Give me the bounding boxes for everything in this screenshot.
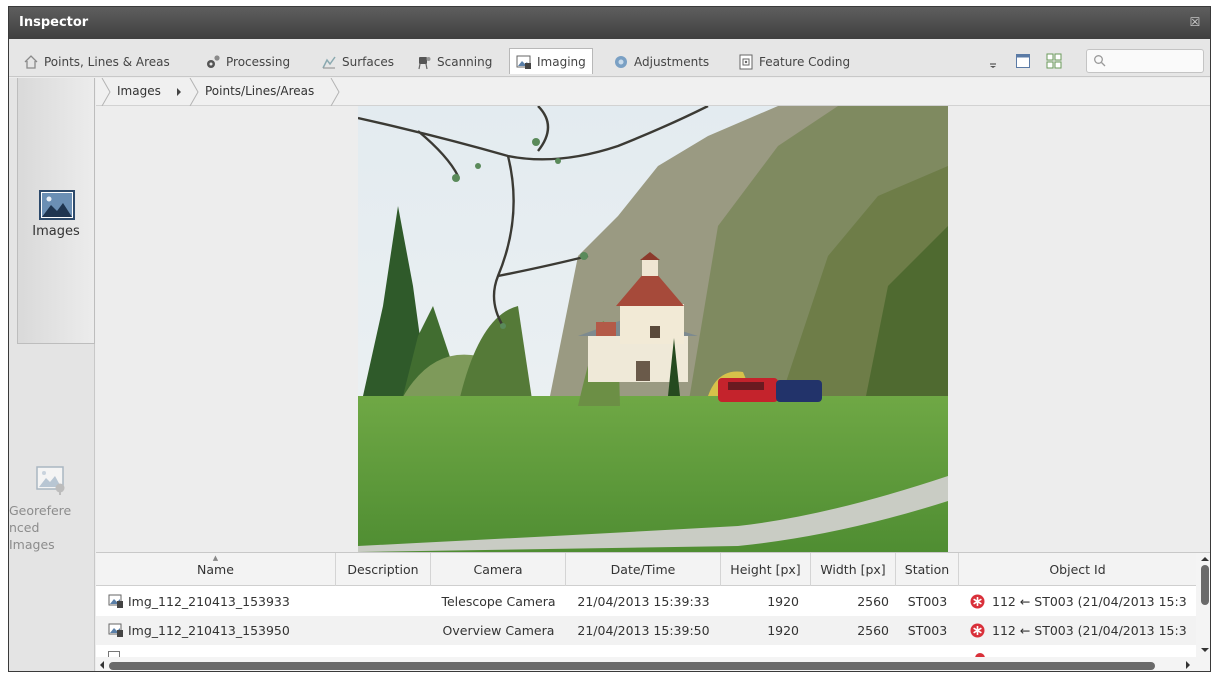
home-shape-icon: [23, 54, 39, 70]
cell-camera: Telescope Camera: [441, 594, 556, 609]
window-title: Inspector: [19, 15, 89, 30]
images-icon: [39, 190, 75, 223]
tab-bar: Points, Lines & Areas Processing Surface…: [9, 39, 1210, 77]
images-table: ▲ Name Description Camera Date/Time Heigh…: [96, 552, 1210, 671]
breadcrumb-images[interactable]: Images: [117, 84, 161, 98]
scroll-down-icon[interactable]: [1201, 647, 1209, 653]
horizontal-scroll-thumb[interactable]: [109, 662, 1155, 670]
cell-object-id: 112 ← ST003 (21/04/2013 15:3: [992, 594, 1187, 609]
search-icon: [1094, 55, 1106, 67]
tab-points-lines-areas[interactable]: Points, Lines & Areas: [17, 49, 176, 75]
image-file-icon: [108, 622, 124, 641]
tab-label: Points, Lines & Areas: [44, 55, 170, 69]
tab-imaging[interactable]: Imaging: [509, 48, 593, 74]
sidebar-item-images[interactable]: Images: [17, 78, 95, 344]
scroll-left-icon[interactable]: [99, 661, 105, 669]
image-viewer[interactable]: [96, 106, 1210, 552]
tab-adjustments[interactable]: Adjustments: [607, 49, 715, 75]
sidebar-item-label: Georefere nced Images: [9, 503, 72, 552]
sort-ascending-icon: ▲: [212, 554, 219, 562]
column-header-width[interactable]: Width [px]: [811, 553, 896, 586]
chevron-right-icon: [330, 78, 340, 106]
error-icon: [970, 623, 985, 641]
overflow-menu-icon[interactable]: [985, 53, 1001, 69]
cell-height: 1920: [767, 623, 799, 638]
chevron-right-icon: [101, 78, 111, 106]
tab-label: Scanning: [437, 55, 493, 69]
tab-label: Surfaces: [342, 55, 394, 69]
close-icon[interactable]: ☒: [1188, 15, 1202, 29]
cell-width: 2560: [857, 594, 889, 609]
tab-surfaces[interactable]: Surfaces: [315, 49, 400, 75]
cell-width: 2560: [857, 623, 889, 638]
breadcrumb: Images Points/Lines/Areas: [96, 78, 1210, 106]
cell-name: Img_112_210413_153950: [128, 623, 290, 638]
cell-station: ST003: [907, 623, 948, 638]
scanner-icon: [416, 54, 432, 70]
title-bar: Inspector ☒: [9, 7, 1210, 39]
cell-datetime: 21/04/2013 15:39:50: [577, 623, 710, 638]
horizontal-scrollbar[interactable]: [96, 657, 1196, 671]
search-input[interactable]: [1086, 49, 1204, 73]
cell-height: 1920: [767, 594, 799, 609]
cell-datetime: 21/04/2013 15:39:33: [577, 594, 710, 609]
tab-label: Adjustments: [634, 55, 710, 69]
cell-object-id: 112 ← ST003 (21/04/2013 15:3: [992, 623, 1187, 638]
tab-feature-coding[interactable]: Feature Coding: [732, 49, 856, 75]
feature-coding-icon: [738, 54, 754, 70]
surfaces-icon: [321, 54, 337, 70]
table-header: ▲ Name Description Camera Date/Time Heigh…: [96, 553, 1196, 586]
tab-scanning[interactable]: Scanning: [410, 49, 498, 75]
inspector-window: Inspector ☒ Points, Lines & Areas Proces…: [8, 6, 1211, 672]
table-row[interactable]: Img_112_210413_153933 Telescope Camera 2…: [96, 587, 1196, 616]
tab-processing[interactable]: Processing: [199, 49, 296, 75]
caret-right-icon[interactable]: [176, 88, 182, 96]
georeferenced-images-icon: [36, 466, 68, 499]
cell-name: Img_112_210413_153933: [128, 594, 290, 609]
table-row[interactable]: Img_112_210413_153950 Overview Camera 21…: [96, 616, 1196, 645]
grid-view-icon[interactable]: [1046, 53, 1062, 69]
image-file-icon: [108, 593, 124, 612]
left-panel: Images Georefere nced Images: [9, 78, 95, 671]
column-header-station[interactable]: Station: [896, 553, 959, 586]
single-view-icon[interactable]: [1015, 53, 1031, 69]
error-icon: [970, 594, 985, 612]
adjustments-icon: [613, 54, 629, 70]
vertical-scrollbar[interactable]: [1196, 553, 1210, 671]
photo-preview: [358, 106, 948, 552]
cell-description: [336, 587, 431, 616]
cell-camera: Overview Camera: [442, 623, 555, 638]
column-header-object-id[interactable]: Object Id: [959, 553, 1196, 586]
imaging-icon: [516, 54, 532, 70]
breadcrumb-points-lines-areas[interactable]: Points/Lines/Areas: [205, 84, 314, 98]
tab-label: Imaging: [537, 54, 586, 69]
vertical-scroll-thumb[interactable]: [1201, 565, 1209, 605]
column-header-height[interactable]: Height [px]: [721, 553, 811, 586]
gears-icon: [205, 54, 221, 70]
cell-station: ST003: [907, 594, 948, 609]
chevron-right-icon: [189, 78, 199, 106]
tab-label: Feature Coding: [759, 55, 851, 69]
tab-label: Processing: [226, 55, 291, 69]
column-header-datetime[interactable]: Date/Time: [566, 553, 721, 586]
column-header-camera[interactable]: Camera: [431, 553, 566, 586]
column-header-name[interactable]: ▲ Name: [96, 553, 336, 586]
scroll-right-icon[interactable]: [1185, 661, 1191, 669]
column-header-description[interactable]: Description: [336, 553, 431, 586]
sidebar-item-label: Images: [32, 224, 80, 239]
scroll-up-icon[interactable]: [1201, 556, 1209, 562]
cell-description: [336, 616, 431, 645]
